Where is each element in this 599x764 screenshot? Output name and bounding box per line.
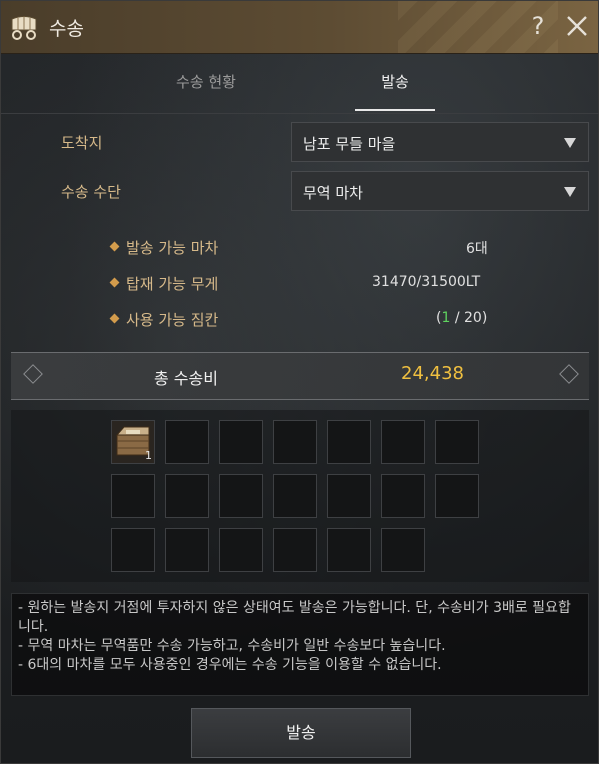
tab-transport-status-label: 수송 현황 xyxy=(176,73,236,91)
close-icon[interactable] xyxy=(562,11,592,41)
cargo-slot[interactable] xyxy=(327,528,371,572)
tab-send[interactable]: 발송 xyxy=(355,61,435,111)
cargo-slot[interactable] xyxy=(111,528,155,572)
destination-label: 도착지 xyxy=(61,134,103,152)
transport-label: 수송 수단 xyxy=(61,183,121,201)
total-cost-value: 24,438 xyxy=(401,363,464,384)
cargo-slot[interactable] xyxy=(273,474,317,518)
tab-send-label: 발송 xyxy=(381,73,409,91)
total-cost-label: 총 수송비 xyxy=(154,369,218,388)
tab-bar: 수송 현황 발송 xyxy=(1,61,599,111)
active-tab-indicator xyxy=(355,109,435,111)
diamond-bullet-icon xyxy=(109,277,120,288)
cargo-slot[interactable] xyxy=(327,474,371,518)
cargo-slot[interactable] xyxy=(381,420,425,464)
diamond-ornament-icon xyxy=(23,364,43,384)
cargo-slot[interactable] xyxy=(381,474,425,518)
cargo-slots-grid: 1 xyxy=(11,410,589,582)
window-title: 수송 xyxy=(49,18,84,40)
send-button[interactable]: 발송 xyxy=(191,708,411,758)
cargo-slots-row: 사용 가능 짐칸 (1 / 20) xyxy=(109,309,531,331)
note-line: - 6대의 마차를 모두 사용중인 경우에는 수송 기능을 이용할 수 없습니다… xyxy=(18,657,442,673)
transport-value: 무역 마차 xyxy=(303,184,363,202)
cargo-slots-value: (1 / 20) xyxy=(436,310,487,326)
cargo-slot[interactable] xyxy=(111,474,155,518)
cargo-slots-label: 사용 가능 짐칸 xyxy=(126,311,219,329)
cargo-slots-total: / 20) xyxy=(450,310,488,326)
cargo-slot[interactable] xyxy=(219,474,263,518)
tab-transport-status[interactable]: 수송 현황 xyxy=(131,61,281,111)
help-button[interactable]: ? xyxy=(525,11,551,41)
title-bar[interactable]: 수송 ? xyxy=(1,1,598,54)
diamond-bullet-icon xyxy=(109,313,120,324)
chevron-down-icon xyxy=(564,187,576,197)
destination-value: 남포 무들 마을 xyxy=(303,135,396,153)
cargo-slot[interactable] xyxy=(219,420,263,464)
cargo-slot[interactable] xyxy=(435,474,479,518)
tabs-divider xyxy=(1,113,599,114)
note-line: - 무역 마차는 무역품만 수송 가능하고, 수송비가 일반 수송보다 높습니다… xyxy=(18,638,446,654)
cargo-slot[interactable] xyxy=(219,528,263,572)
diamond-bullet-icon xyxy=(109,241,120,252)
cargo-slot[interactable] xyxy=(273,528,317,572)
load-weight-label: 탑재 가능 무게 xyxy=(126,275,219,293)
cargo-slot[interactable] xyxy=(165,528,209,572)
cargo-slot-filled[interactable]: 1 xyxy=(111,420,155,464)
cargo-slot[interactable] xyxy=(165,474,209,518)
total-cost-bar: 총 수송비 24,438 xyxy=(11,352,589,400)
note-line: - 원하는 발송지 거점에 투자하지 않은 상태여도 발송은 가능합니다. 단,… xyxy=(18,600,571,635)
available-wagons-value: 6대 xyxy=(466,241,488,257)
available-wagons-label: 발송 가능 마차 xyxy=(126,239,219,257)
transport-select[interactable]: 무역 마차 xyxy=(291,171,589,211)
cargo-slot[interactable] xyxy=(273,420,317,464)
transport-window: 수송 ? 수송 현황 발송 도착지 남포 무들 마을 수송 수단 무역 마차 발… xyxy=(0,0,599,764)
notes-box: - 원하는 발송지 거점에 투자하지 않은 상태여도 발송은 가능합니다. 단,… xyxy=(11,593,589,696)
diamond-ornament-icon xyxy=(559,364,579,384)
item-count: 1 xyxy=(145,449,152,462)
cargo-slot[interactable] xyxy=(435,420,479,464)
destination-select[interactable]: 남포 무들 마을 xyxy=(291,122,589,162)
available-wagons-row: 발송 가능 마차 6대 xyxy=(109,237,531,259)
cargo-slot[interactable] xyxy=(327,420,371,464)
wagon-icon xyxy=(11,16,37,40)
chevron-down-icon xyxy=(564,138,576,148)
cargo-slot[interactable] xyxy=(381,528,425,572)
load-weight-value: 31470/31500LT xyxy=(372,274,481,290)
load-weight-row: 탑재 가능 무게 31470/31500LT xyxy=(109,273,531,295)
cargo-slot[interactable] xyxy=(165,420,209,464)
